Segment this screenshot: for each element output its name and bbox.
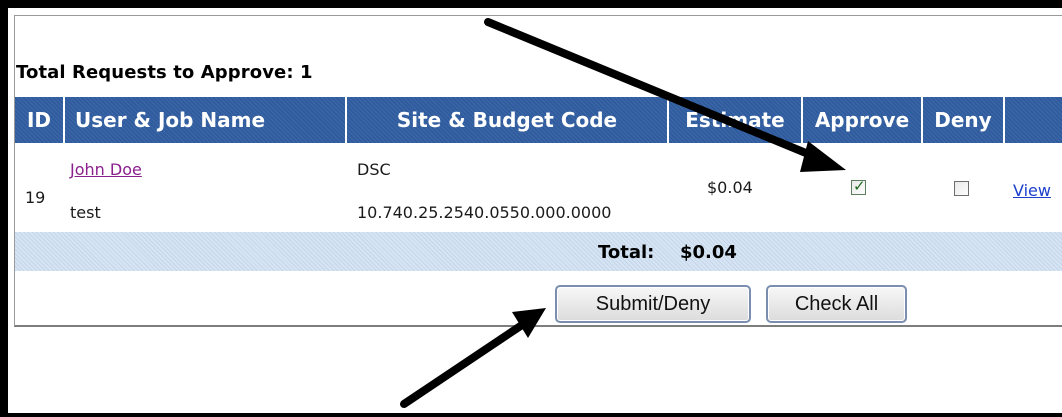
arrow-to-submit-button: [400, 308, 546, 408]
arrow-to-approve-checkbox: [484, 18, 846, 172]
annotation-arrows: [400, 18, 846, 408]
